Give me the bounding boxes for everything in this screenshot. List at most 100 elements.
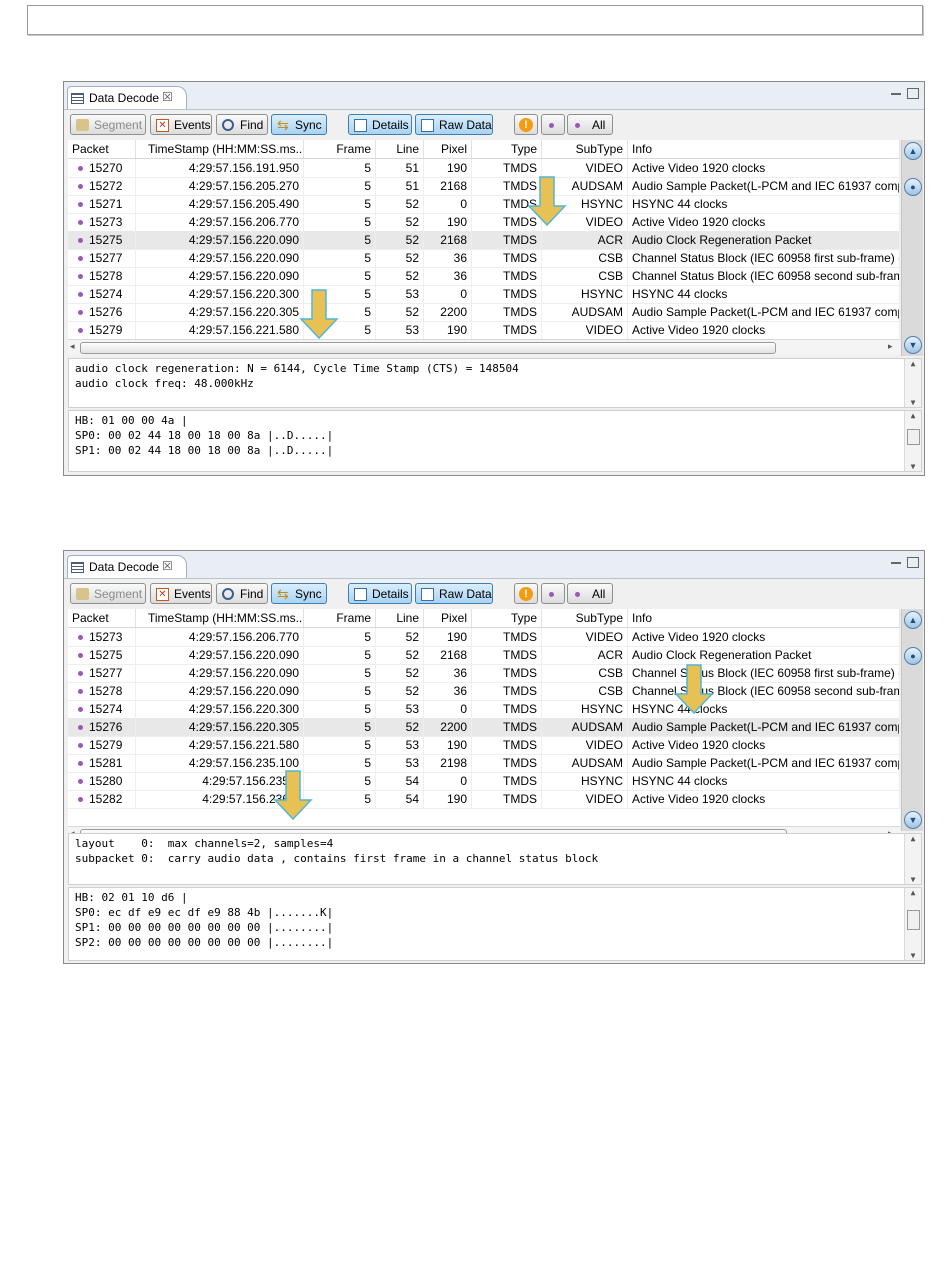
scroll-thumb-icon[interactable]: ● [904,178,922,196]
type-cell: TMDS [472,285,542,303]
pixel-cell: 190 [424,159,472,177]
scroll-left-icon[interactable]: ◂ [70,341,75,352]
tab-data-decode[interactable]: Data Decode ☒ [67,555,187,578]
close-icon[interactable]: ☒ [162,86,173,108]
col-info-header[interactable]: Info [628,140,900,158]
table-row[interactable]: 15278 4:29:57.156.220.090 5 52 36 TMDS C… [68,682,900,701]
tab-data-decode[interactable]: Data Decode ☒ [67,86,187,109]
details-scrollbar[interactable]: ▲ ▼ [904,359,921,407]
packet-dot-icon [78,796,83,802]
table-row[interactable]: 15279 4:29:57.156.221.580 5 53 190 TMDS … [68,321,900,340]
table-row[interactable]: 15273 4:29:57.156.206.770 5 52 190 TMDS … [68,213,900,232]
scroll-down-icon[interactable]: ▼ [904,811,922,829]
scroll-down-icon[interactable]: ▼ [904,336,922,354]
table-row[interactable]: 15270 4:29:57.156.191.950 5 51 190 TMDS … [68,159,900,178]
packet-dot-icon [78,255,83,261]
horizontal-scroll-thumb[interactable] [80,342,776,354]
raw-data-pane[interactable]: HB: 02 01 10 d6 | SP0: ec df e9 ec df e9 … [68,887,922,961]
details-pane[interactable]: layout 0: max channels=2, samples=4 subpa… [68,833,922,885]
table-row[interactable]: 15274 4:29:57.156.220.300 5 53 0 TMDS HS… [68,285,900,304]
col-packet-header[interactable]: Packet [68,609,136,627]
raw-scroll-thumb[interactable] [907,429,920,445]
dot-filter-button[interactable] [541,114,565,135]
col-packet-header[interactable]: Packet [68,140,136,158]
table-row[interactable]: 15281 4:29:57.156.235.100 5 53 2198 TMDS… [68,754,900,773]
col-info-header[interactable]: Info [628,609,900,627]
segment-button[interactable]: Segment [70,583,146,604]
table-row[interactable]: 15280 4:29:57.156.235.1 5 54 0 TMDS HSYN… [68,772,900,791]
raw-data-scrollbar[interactable]: ▲ ▼ [904,888,921,960]
all-button[interactable]: All [567,114,613,135]
packet-cell: 15278 [68,267,136,285]
raw-data-button[interactable]: Raw Data [415,114,493,135]
maximize-icon[interactable] [907,88,919,99]
sync-button[interactable]: ⇆ Sync [271,583,327,604]
warning-filter-button[interactable]: ! [514,583,538,604]
table-row[interactable]: 15273 4:29:57.156.206.770 5 52 190 TMDS … [68,628,900,647]
packet-dot-icon [78,273,83,279]
warning-filter-button[interactable]: ! [514,114,538,135]
find-button[interactable]: Find [216,583,268,604]
col-timestamp-header[interactable]: TimeStamp (HH:MM:SS.ms.... [136,609,304,627]
find-button[interactable]: Find [216,114,268,135]
table-row[interactable]: 15278 4:29:57.156.220.090 5 52 36 TMDS C… [68,267,900,286]
events-button[interactable]: ✕ Events [150,114,212,135]
col-timestamp-header[interactable]: TimeStamp (HH:MM:SS.ms.... [136,140,304,158]
sync-button[interactable]: ⇆ Sync [271,114,327,135]
col-frame-header[interactable]: Frame [304,140,376,158]
scroll-thumb-icon[interactable]: ● [904,647,922,665]
pixel-cell: 36 [424,267,472,285]
scroll-up-icon[interactable]: ▲ [904,611,922,629]
table-vertical-scrollbar[interactable]: ▲ ● ▼ [901,140,923,356]
events-button[interactable]: ✕ Events [150,583,212,604]
table-row[interactable]: 15271 4:29:57.156.205.490 5 52 0 TMDS HS… [68,195,900,214]
segment-button[interactable]: Segment [70,114,146,135]
subtype-cell: AUDSAM [542,718,628,736]
raw-data-icon [421,588,434,601]
col-line-header[interactable]: Line [376,609,424,627]
timestamp-cell: 4:29:57.156.220.090 [136,646,304,664]
details-scrollbar[interactable]: ▲ ▼ [904,834,921,884]
col-type-header[interactable]: Type [472,609,542,627]
details-pane[interactable]: audio clock regeneration: N = 6144, Cycl… [68,358,922,408]
type-cell: TMDS [472,321,542,339]
col-pixel-header[interactable]: Pixel [424,609,472,627]
maximize-icon[interactable] [907,557,919,568]
col-subtype-header[interactable]: SubType [542,609,628,627]
minimize-icon[interactable] [891,90,901,95]
raw-scroll-thumb[interactable] [907,910,920,930]
table-horizontal-scrollbar[interactable]: ◂ ▸ [68,339,900,355]
close-icon[interactable]: ☒ [162,555,173,577]
table-row[interactable]: 15276 4:29:57.156.220.305 5 52 2200 TMDS… [68,718,900,737]
table-row[interactable]: 15275 4:29:57.156.220.090 5 52 2168 TMDS… [68,231,900,250]
details-button[interactable]: Details [348,114,412,135]
details-button[interactable]: Details [348,583,412,604]
table-row[interactable]: 15275 4:29:57.156.220.090 5 52 2168 TMDS… [68,646,900,665]
packet-dot-icon [78,201,83,207]
table-row[interactable]: 15277 4:29:57.156.220.090 5 52 36 TMDS C… [68,249,900,268]
col-pixel-header[interactable]: Pixel [424,140,472,158]
table-row[interactable]: 15274 4:29:57.156.220.300 5 53 0 TMDS HS… [68,700,900,719]
table-row[interactable]: 15277 4:29:57.156.220.090 5 52 36 TMDS C… [68,664,900,683]
packet-cell: 15279 [68,736,136,754]
scroll-right-icon[interactable]: ▸ [888,341,893,352]
scroll-up-icon[interactable]: ▲ [904,142,922,160]
all-label: All [592,587,606,601]
raw-data-scrollbar[interactable]: ▲ ▼ [904,411,921,471]
table-row[interactable]: 15279 4:29:57.156.221.580 5 53 190 TMDS … [68,736,900,755]
table-vertical-scrollbar[interactable]: ▲ ● ▼ [901,609,923,831]
col-subtype-header[interactable]: SubType [542,140,628,158]
col-frame-header[interactable]: Frame [304,609,376,627]
table-row[interactable]: 15276 4:29:57.156.220.305 5 52 2200 TMDS… [68,303,900,322]
dot-filter-button[interactable] [541,583,565,604]
raw-data-pane[interactable]: HB: 01 00 00 4a | SP0: 00 02 44 18 00 18 … [68,410,922,472]
raw-data-button[interactable]: Raw Data [415,583,493,604]
packet-dot-icon [78,688,83,694]
col-type-header[interactable]: Type [472,140,542,158]
sync-label: Sync [295,118,322,132]
table-row[interactable]: 15282 4:29:57.156.236.4 5 54 190 TMDS VI… [68,790,900,809]
minimize-icon[interactable] [891,559,901,564]
table-row[interactable]: 15272 4:29:57.156.205.270 5 51 2168 TMDS… [68,177,900,196]
all-button[interactable]: All [567,583,613,604]
col-line-header[interactable]: Line [376,140,424,158]
